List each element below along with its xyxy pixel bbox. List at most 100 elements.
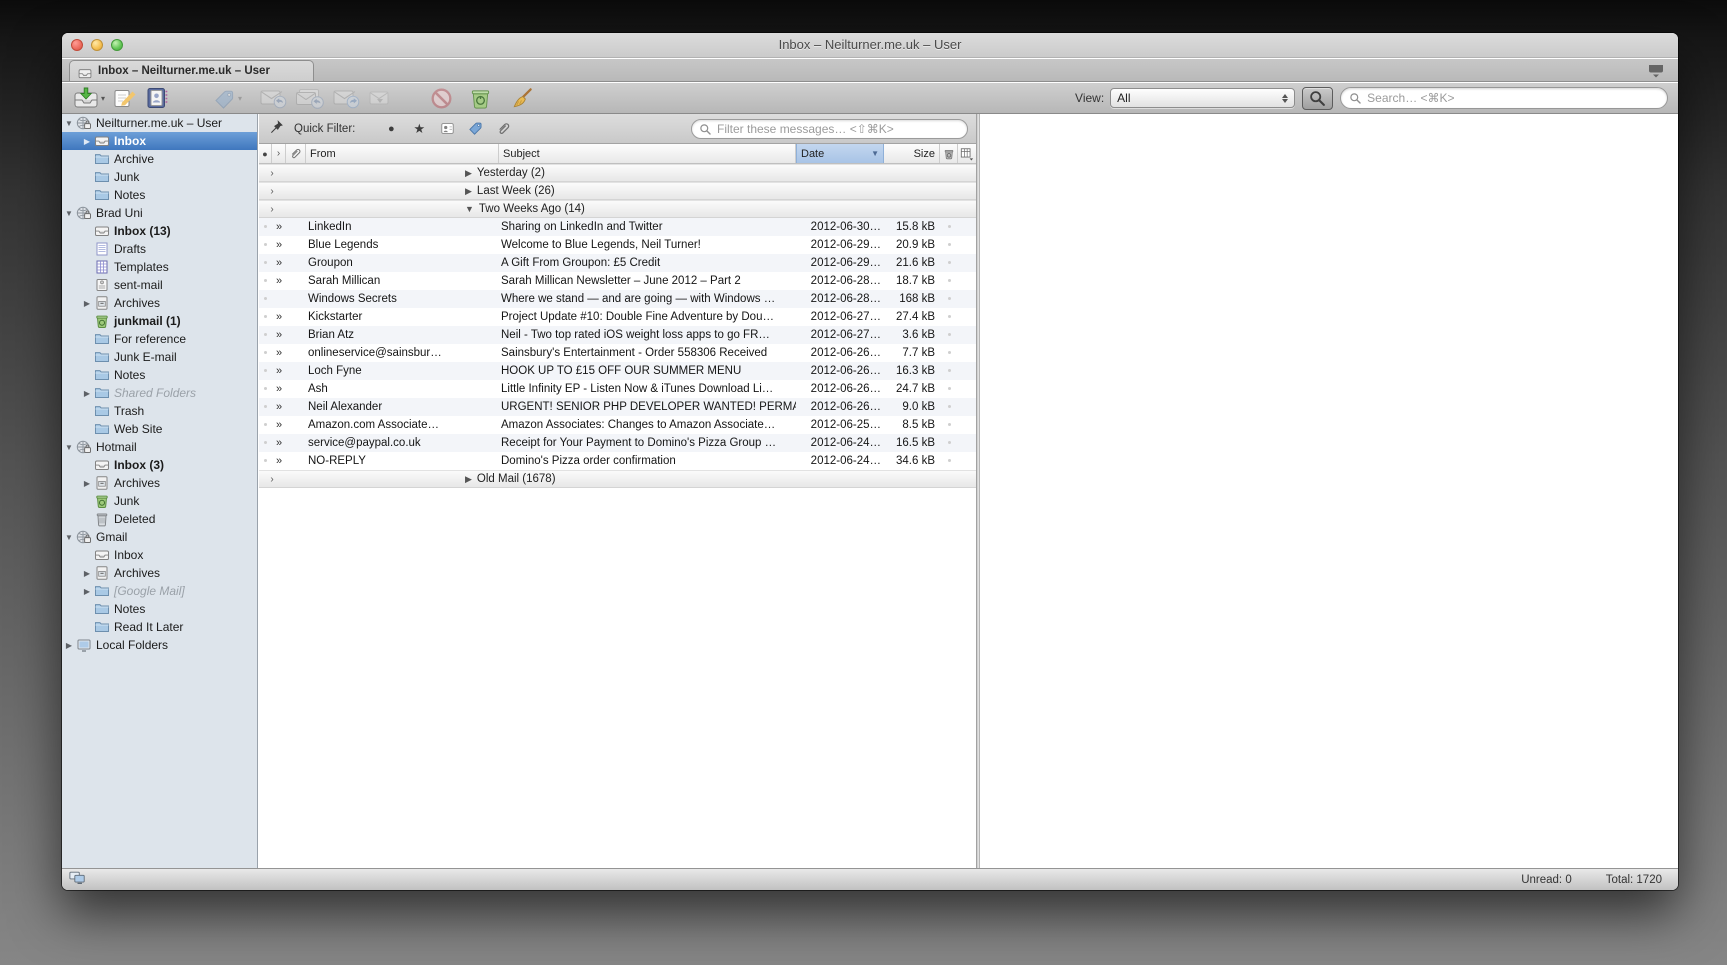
group-row-two-weeks-ago-14[interactable]: ›▼Two Weeks Ago (14)	[259, 200, 976, 218]
group-row-last-week-26[interactable]: ›▶Last Week (26)	[259, 182, 976, 200]
junk-indicator[interactable]	[940, 311, 958, 323]
twisty-icon[interactable]: ▶	[82, 137, 92, 146]
write-button[interactable]	[109, 85, 141, 111]
message-row-windows-secrets[interactable]: Windows SecretsWhere we stand — and are …	[259, 290, 976, 308]
sidebar-item-gmail[interactable]: ▼Gmail	[62, 528, 257, 546]
filter-attachment-toggle[interactable]	[489, 119, 517, 139]
tag-button[interactable]: ▾	[209, 85, 246, 111]
read-indicator[interactable]	[259, 329, 272, 341]
junk-indicator[interactable]	[940, 293, 958, 305]
sidebar-item-archives[interactable]: ▶Archives	[62, 474, 257, 492]
junk-indicator[interactable]	[940, 257, 958, 269]
search-button[interactable]	[1302, 87, 1333, 110]
read-indicator[interactable]	[259, 455, 272, 467]
column-date[interactable]: Date▼	[796, 144, 884, 163]
sidebar-item-junk[interactable]: Junk	[62, 492, 257, 510]
sidebar-item-archives[interactable]: ▶Archives	[62, 564, 257, 582]
sidebar-item-inbox-3[interactable]: Inbox (3)	[62, 456, 257, 474]
column-junk[interactable]	[940, 144, 958, 163]
column-attachment[interactable]	[286, 144, 306, 163]
sidebar-item-inbox-13[interactable]: Inbox (13)	[62, 222, 257, 240]
read-indicator[interactable]	[259, 437, 272, 449]
column-from[interactable]: From	[306, 144, 499, 163]
group-twisty-icon[interactable]: ›	[259, 474, 285, 485]
broom-button[interactable]	[506, 85, 537, 111]
junk-indicator[interactable]	[940, 275, 958, 287]
message-row-no-reply[interactable]: »NO-REPLYDomino's Pizza order confirmati…	[259, 452, 976, 470]
column-size[interactable]: Size	[884, 144, 940, 163]
read-indicator[interactable]	[259, 401, 272, 413]
message-row-brian-atz[interactable]: »Brian AtzNeil - Two top rated iOS weigh…	[259, 326, 976, 344]
reply-all-button[interactable]	[291, 85, 329, 111]
block-button[interactable]	[426, 85, 457, 111]
sidebar-item-junk-e-mail[interactable]: Junk E-mail	[62, 348, 257, 366]
message-row-kickstarter[interactable]: »KickstarterProject Update #10: Double F…	[259, 308, 976, 326]
read-indicator[interactable]	[259, 257, 272, 269]
junk-indicator[interactable]	[940, 239, 958, 251]
sidebar-item-trash[interactable]: Trash	[62, 402, 257, 420]
group-expand-icon[interactable]: ▶	[465, 186, 472, 197]
twisty-icon[interactable]: ▶	[64, 641, 74, 650]
pane-splitter[interactable]	[976, 114, 980, 868]
archive-button[interactable]	[364, 85, 396, 111]
sidebar-item-drafts[interactable]: Drafts	[62, 240, 257, 258]
tab-inbox[interactable]: Inbox – Neilturner.me.uk – User	[69, 60, 314, 81]
read-indicator[interactable]	[259, 347, 272, 359]
junk-indicator[interactable]	[940, 221, 958, 233]
read-indicator[interactable]	[259, 221, 272, 233]
sidebar-item-inbox[interactable]: ▶Inbox	[62, 132, 257, 150]
all-tabs-button[interactable]	[1646, 63, 1666, 78]
read-indicator[interactable]	[259, 293, 272, 305]
column-unread[interactable]: ●	[259, 144, 272, 163]
group-twisty-icon[interactable]: ›	[259, 204, 285, 215]
message-row-neil-alexander[interactable]: »Neil AlexanderURGENT! SENIOR PHP DEVELO…	[259, 398, 976, 416]
read-indicator[interactable]	[259, 311, 272, 323]
twisty-icon[interactable]: ▶	[82, 299, 92, 308]
sidebar-item-junkmail-1[interactable]: junkmail (1)	[62, 312, 257, 330]
junk-indicator[interactable]	[940, 365, 958, 377]
message-row-blue-legends[interactable]: »Blue LegendsWelcome to Blue Legends, Ne…	[259, 236, 976, 254]
sidebar-item-junk[interactable]: Junk	[62, 168, 257, 186]
reply-button[interactable]	[256, 85, 291, 111]
sidebar-item-for-reference[interactable]: For reference	[62, 330, 257, 348]
group-twisty-icon[interactable]: ›	[259, 168, 285, 179]
address-book-button[interactable]	[141, 85, 173, 111]
view-select[interactable]: All	[1110, 88, 1295, 108]
get-mail-button[interactable]: ▾	[70, 85, 109, 111]
filter-contact-toggle[interactable]	[433, 119, 461, 139]
junk-indicator[interactable]	[940, 347, 958, 359]
twisty-icon[interactable]: ▶	[82, 569, 92, 578]
message-row-sarah-millican[interactable]: »Sarah MillicanSarah Millican Newsletter…	[259, 272, 976, 290]
global-search-field[interactable]	[1340, 87, 1668, 109]
sidebar-item-google-mail[interactable]: ▶[Google Mail]	[62, 582, 257, 600]
sidebar-item-local-folders[interactable]: ▶Local Folders	[62, 636, 257, 654]
filter-unread-toggle[interactable]: ●	[377, 119, 405, 139]
sidebar-item-read-it-later[interactable]: Read It Later	[62, 618, 257, 636]
message-row-service-paypal-co-uk[interactable]: »service@paypal.co.ukReceipt for Your Pa…	[259, 434, 976, 452]
message-row-linkedin[interactable]: »LinkedInSharing on LinkedIn and Twitter…	[259, 218, 976, 236]
sidebar-item-notes[interactable]: Notes	[62, 366, 257, 384]
column-picker-button[interactable]	[958, 144, 975, 163]
sidebar-item-notes[interactable]: Notes	[62, 600, 257, 618]
junk-indicator[interactable]	[940, 383, 958, 395]
sidebar-item-web-site[interactable]: Web Site	[62, 420, 257, 438]
global-search-input[interactable]	[1367, 91, 1659, 105]
sidebar-item-sent-mail[interactable]: sent-mail	[62, 276, 257, 294]
group-expand-icon[interactable]: ▶	[465, 168, 472, 179]
group-row-old-mail-1678[interactable]: ›▶Old Mail (1678)	[259, 470, 976, 488]
read-indicator[interactable]	[259, 275, 272, 287]
delete-junk-button[interactable]	[465, 85, 496, 111]
message-row-amazon-com-associate[interactable]: »Amazon.com Associate…Amazon Associates:…	[259, 416, 976, 434]
twisty-icon[interactable]: ▼	[64, 209, 74, 218]
filter-tag-toggle[interactable]	[461, 119, 489, 139]
twisty-icon[interactable]: ▶	[82, 479, 92, 488]
twisty-icon[interactable]: ▼	[64, 443, 74, 452]
message-row-groupon[interactable]: »GrouponA Gift From Groupon: £5 Credit20…	[259, 254, 976, 272]
junk-indicator[interactable]	[940, 329, 958, 341]
quick-filter-field[interactable]	[691, 119, 968, 139]
sidebar-item-archives[interactable]: ▶Archives	[62, 294, 257, 312]
read-indicator[interactable]	[259, 419, 272, 431]
junk-indicator[interactable]	[940, 419, 958, 431]
message-row-onlineservice-sainsbur[interactable]: »onlineservice@sainsbur…Sainsbury's Ente…	[259, 344, 976, 362]
twisty-icon[interactable]: ▶	[82, 389, 92, 398]
